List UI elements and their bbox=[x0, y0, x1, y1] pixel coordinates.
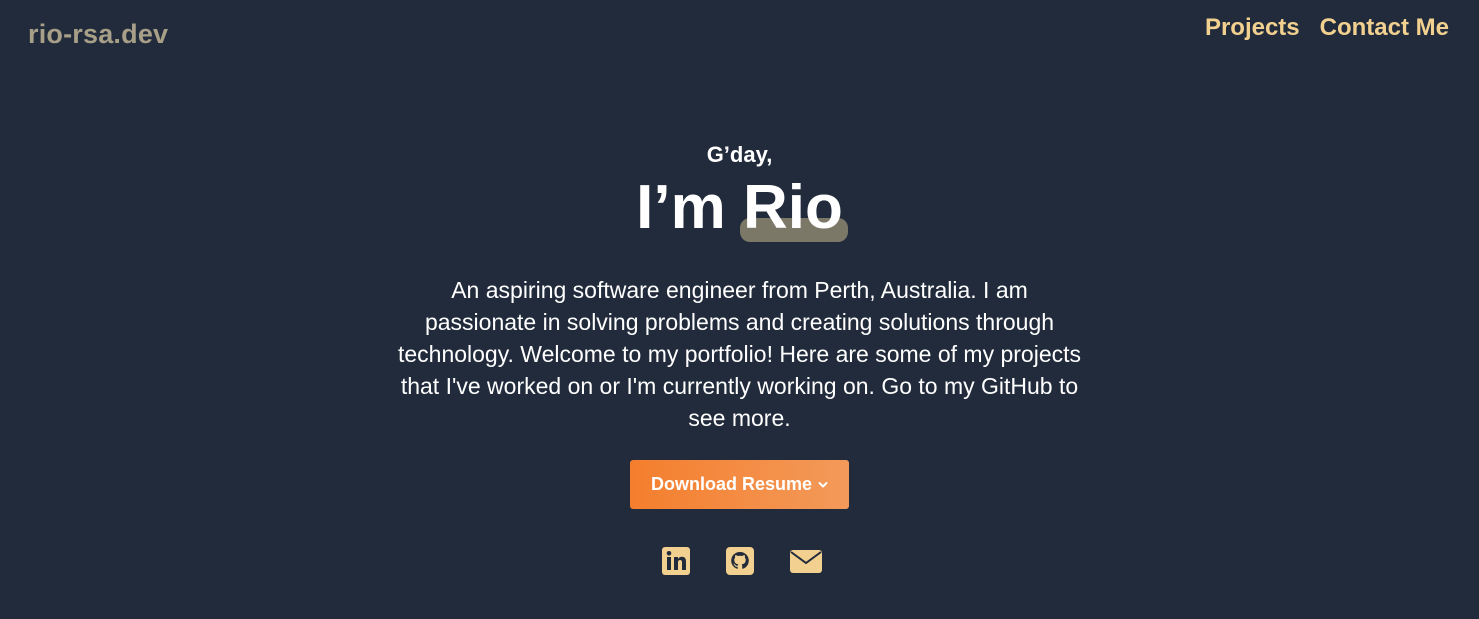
envelope-icon bbox=[789, 550, 822, 573]
github-icon bbox=[725, 547, 754, 575]
headline: I’m Rio bbox=[0, 172, 1479, 244]
email-link[interactable] bbox=[789, 546, 822, 576]
linkedin-link[interactable] bbox=[661, 546, 691, 576]
download-resume-button[interactable]: Download Resume bbox=[630, 460, 849, 509]
name-text: Rio bbox=[742, 173, 843, 242]
download-resume-label: Download Resume bbox=[650, 474, 813, 494]
hero-section: G’day, I’m Rio An aspiring software engi… bbox=[0, 140, 1479, 509]
social-links bbox=[0, 546, 1479, 576]
greeting: G’day, bbox=[706, 142, 773, 167]
nav-projects-link[interactable]: Projects bbox=[1205, 14, 1300, 42]
chevron-down-icon bbox=[818, 481, 828, 487]
headline-prefix: I’m bbox=[636, 173, 743, 242]
bio-paragraph: An aspiring software engineer from Perth… bbox=[397, 277, 1082, 431]
github-link[interactable] bbox=[725, 546, 755, 576]
top-nav: Projects Contact Me bbox=[1205, 14, 1449, 42]
name-highlighted: Rio bbox=[739, 172, 848, 244]
portfolio-page: rio-rsa.dev Projects Contact Me G’day, I… bbox=[0, 0, 1479, 619]
site-logo[interactable]: rio-rsa.dev bbox=[28, 19, 168, 50]
nav-contact-link[interactable]: Contact Me bbox=[1320, 14, 1449, 42]
linkedin-icon bbox=[661, 547, 690, 575]
